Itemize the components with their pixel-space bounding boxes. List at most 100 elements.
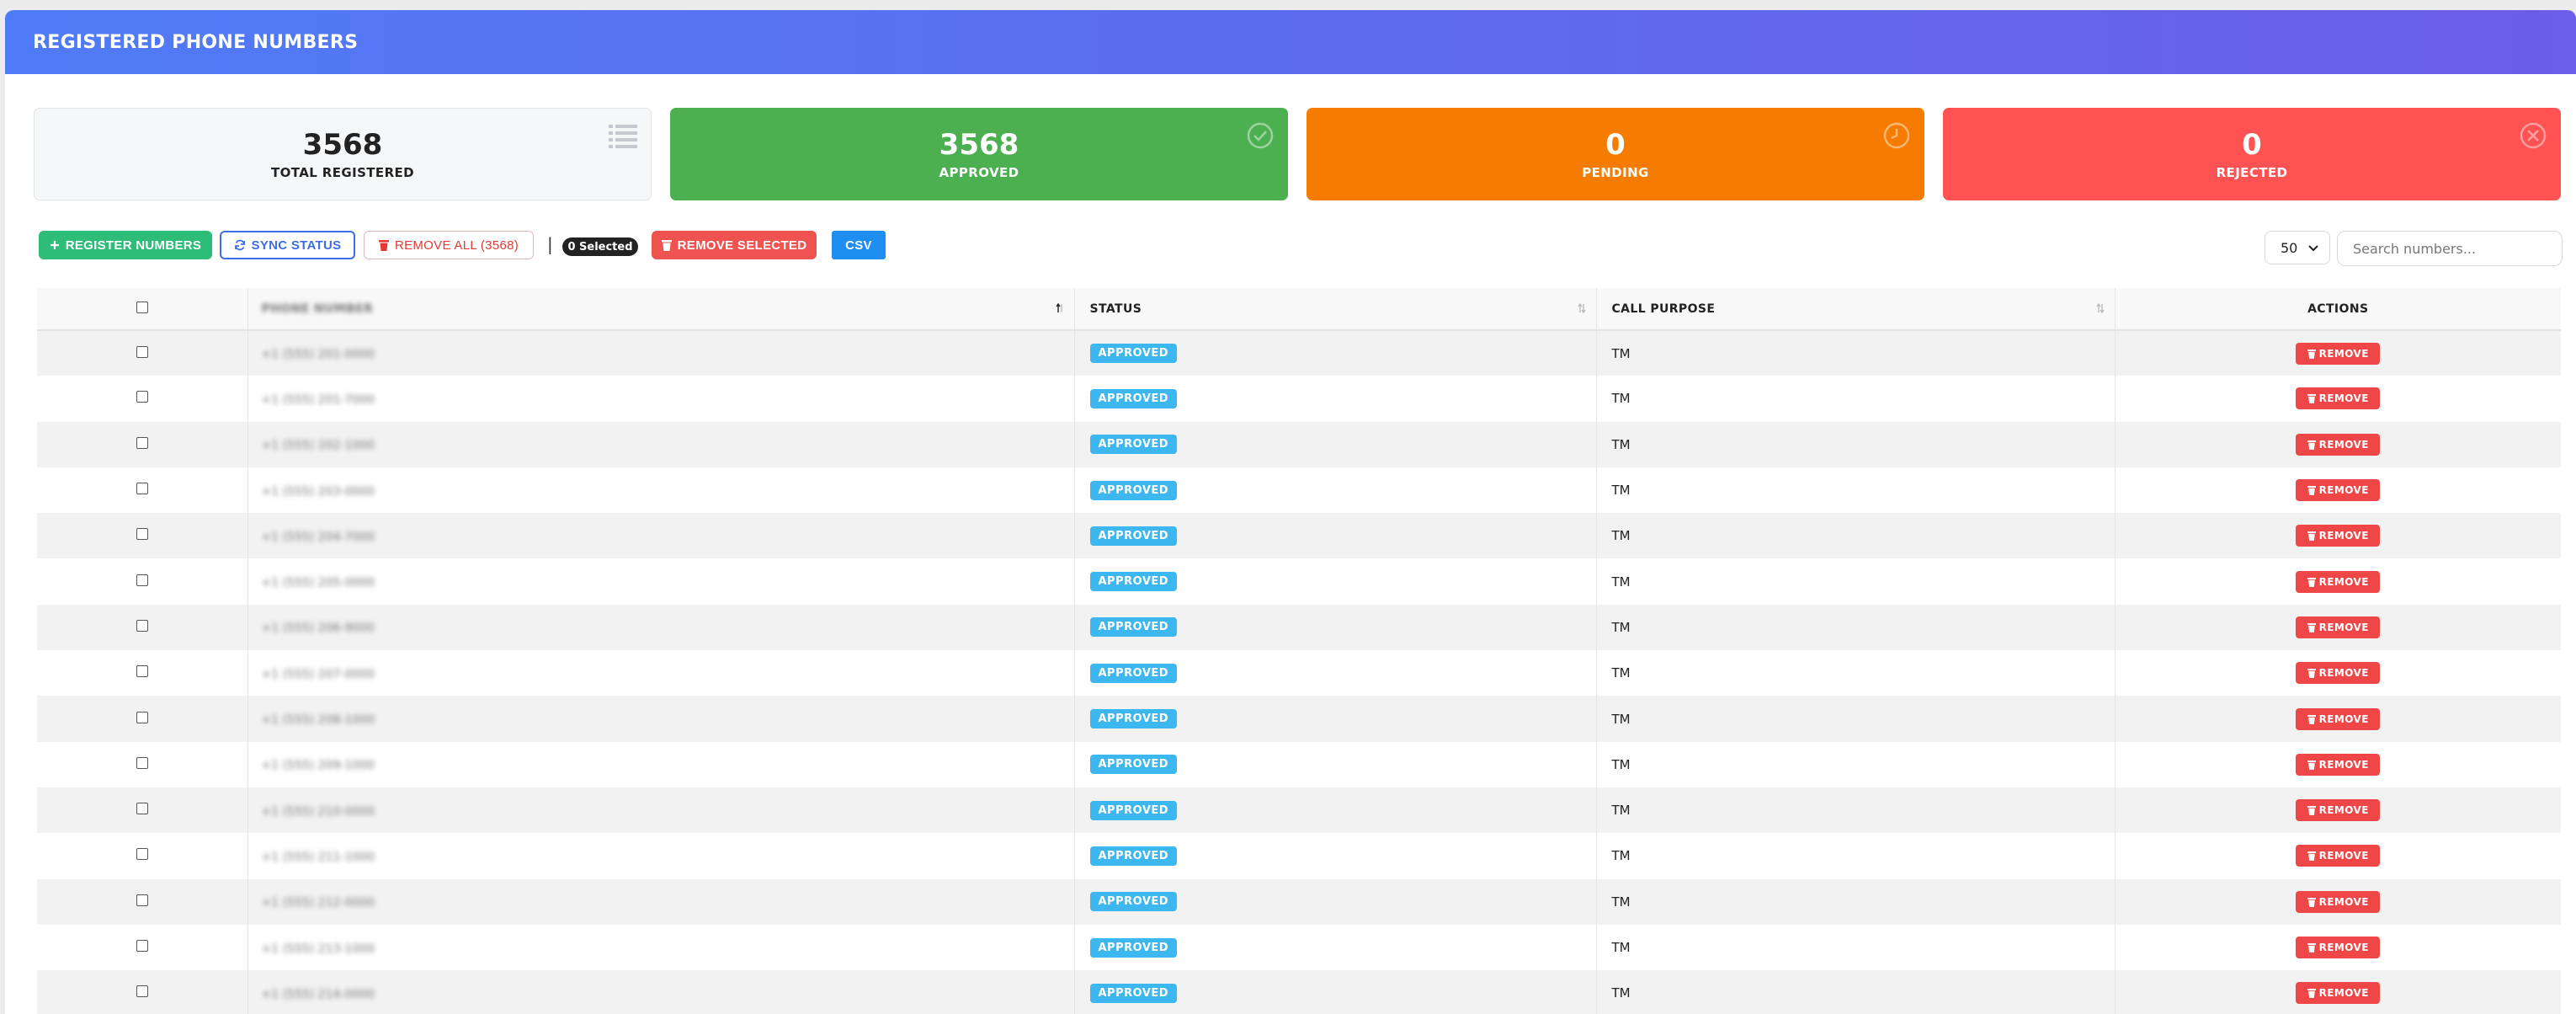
status-cell: APPROVED [1074,696,1597,742]
status-cell: APPROVED [1074,970,1597,1014]
actions-cell: REMOVE [2115,605,2561,650]
row-checkbox[interactable] [136,940,148,952]
status-badge: APPROVED [1089,480,1178,500]
status-badge: APPROVED [1089,617,1178,638]
remove-row-button[interactable]: REMOVE [2296,662,2381,685]
call-purpose-cell: TM [1596,924,2116,971]
remove-row-button[interactable]: REMOVE [2296,753,2381,776]
stat-rejected-label: REJECTED [2216,165,2288,180]
row-checkbox[interactable] [136,483,148,495]
row-checkbox[interactable] [136,803,148,815]
row-checkbox[interactable] [136,756,148,769]
call-purpose: TM [1611,436,1631,452]
remove-row-button[interactable]: REMOVE [2296,707,2381,730]
phone-number-cell: +1 (555) 203-0000 [247,467,1075,514]
column-header-actions-label: ACTIONS [2307,302,2369,316]
call-purpose-cell: TM [1596,330,2116,376]
trash-icon [378,240,389,251]
trash-icon [2307,851,2316,862]
call-purpose: TM [1611,665,1631,681]
page-size-select[interactable]: 50 [2265,231,2330,264]
actions-cell: REMOVE [2115,787,2561,833]
trash-icon [2307,989,2316,999]
trash-icon [2307,943,2316,953]
row-checkbox[interactable] [136,528,148,541]
stat-total-label: TOTAL REGISTERED [270,165,415,180]
remove-row-button[interactable]: REMOVE [2296,342,2381,365]
remove-row-label: REMOVE [2318,942,2369,953]
remove-row-button[interactable]: REMOVE [2296,570,2381,593]
row-checkbox[interactable] [136,665,148,678]
select-all-header [37,288,248,331]
call-purpose: TM [1611,985,1631,1001]
column-header-call-purpose[interactable]: CALL PURPOSE [1596,288,2116,331]
row-select-cell [37,878,248,925]
sort-icon [1577,303,1586,313]
stat-rejected: 0 REJECTED [1943,108,2561,200]
table-row: +1 (555) 212-0000 APPROVED TM REMOVE [37,878,2561,925]
refresh-icon [234,239,245,251]
remove-row-button[interactable]: REMOVE [2296,799,2381,822]
call-purpose: TM [1611,528,1631,544]
remove-selected-label: REMOVE SELECTED [677,237,807,253]
remove-selected-button[interactable]: REMOVE SELECTED [652,231,817,259]
search-input[interactable] [2337,231,2563,266]
actions-cell: REMOVE [2115,513,2561,558]
remove-row-button[interactable]: REMOVE [2296,616,2381,638]
remove-row-button[interactable]: REMOVE [2296,387,2381,410]
remove-row-label: REMOVE [2318,758,2369,771]
status-cell: APPROVED [1074,330,1597,376]
call-purpose: TM [1611,756,1631,772]
call-purpose: TM [1611,848,1631,864]
row-select-cell [37,741,248,787]
column-header-actions: ACTIONS [2115,288,2561,331]
remove-row-button[interactable]: REMOVE [2296,982,2381,1005]
row-checkbox[interactable] [136,391,148,403]
remove-row-button[interactable]: REMOVE [2296,525,2381,547]
column-header-phone[interactable]: PHONE NUMBER [247,288,1075,331]
table-row: +1 (555) 207-0000 APPROVED TM REMOVE [37,650,2561,696]
table-row: +1 (555) 213-1000 APPROVED TM REMOVE [37,924,2561,971]
row-checkbox[interactable] [136,711,148,723]
remove-row-button[interactable]: REMOVE [2296,937,2381,958]
stats-row: 3568 TOTAL REGISTERED 3568 APPROVED 0 PE… [34,108,2576,200]
row-checkbox[interactable] [136,985,148,998]
remove-row-label: REMOVE [2318,575,2369,588]
trash-icon [2307,440,2316,450]
card-header: REGISTERED PHONE NUMBERS [5,10,2576,74]
select-all-checkbox[interactable] [136,301,148,313]
row-select-cell [37,467,248,514]
row-checkbox[interactable] [136,436,148,449]
sort-asc-icon [1055,303,1062,312]
row-checkbox[interactable] [136,894,148,906]
status-badge: APPROVED [1089,344,1178,364]
stat-rejected-value: 0 [2242,128,2262,162]
column-header-status-label: STATUS [1089,302,1142,316]
row-select-cell [37,833,248,879]
actions-cell: REMOVE [2115,879,2561,925]
trash-icon [2307,806,2316,815]
remove-row-button[interactable]: REMOVE [2296,433,2381,456]
status-badge: APPROVED [1089,663,1178,683]
csv-export-button[interactable]: CSV [832,231,886,259]
register-numbers-button[interactable]: REGISTER NUMBERS [39,231,212,259]
row-checkbox[interactable] [136,619,148,632]
status-badge: APPROVED [1089,983,1178,1003]
remove-row-button[interactable]: REMOVE [2296,479,2381,502]
phone-number: +1 (555) 201-7000 [261,392,375,407]
remove-row-label: REMOVE [2318,484,2369,497]
phone-number: +1 (555) 206-9000 [261,622,375,636]
call-purpose-cell: TM [1596,604,2116,651]
remove-row-label: REMOVE [2318,392,2369,405]
remove-row-button[interactable]: REMOVE [2296,845,2381,867]
sync-status-button[interactable]: SYNC STATUS [220,231,355,259]
status-cell: APPROVED [1074,650,1597,696]
remove-all-button[interactable]: REMOVE ALL (3568) [364,231,534,259]
row-checkbox[interactable] [136,345,148,358]
call-purpose-cell: TM [1596,741,2116,787]
row-checkbox[interactable] [136,848,148,861]
remove-row-label: REMOVE [2318,804,2369,817]
row-checkbox[interactable] [136,574,148,586]
column-header-status[interactable]: STATUS [1074,288,1597,331]
remove-row-button[interactable]: REMOVE [2296,890,2381,913]
